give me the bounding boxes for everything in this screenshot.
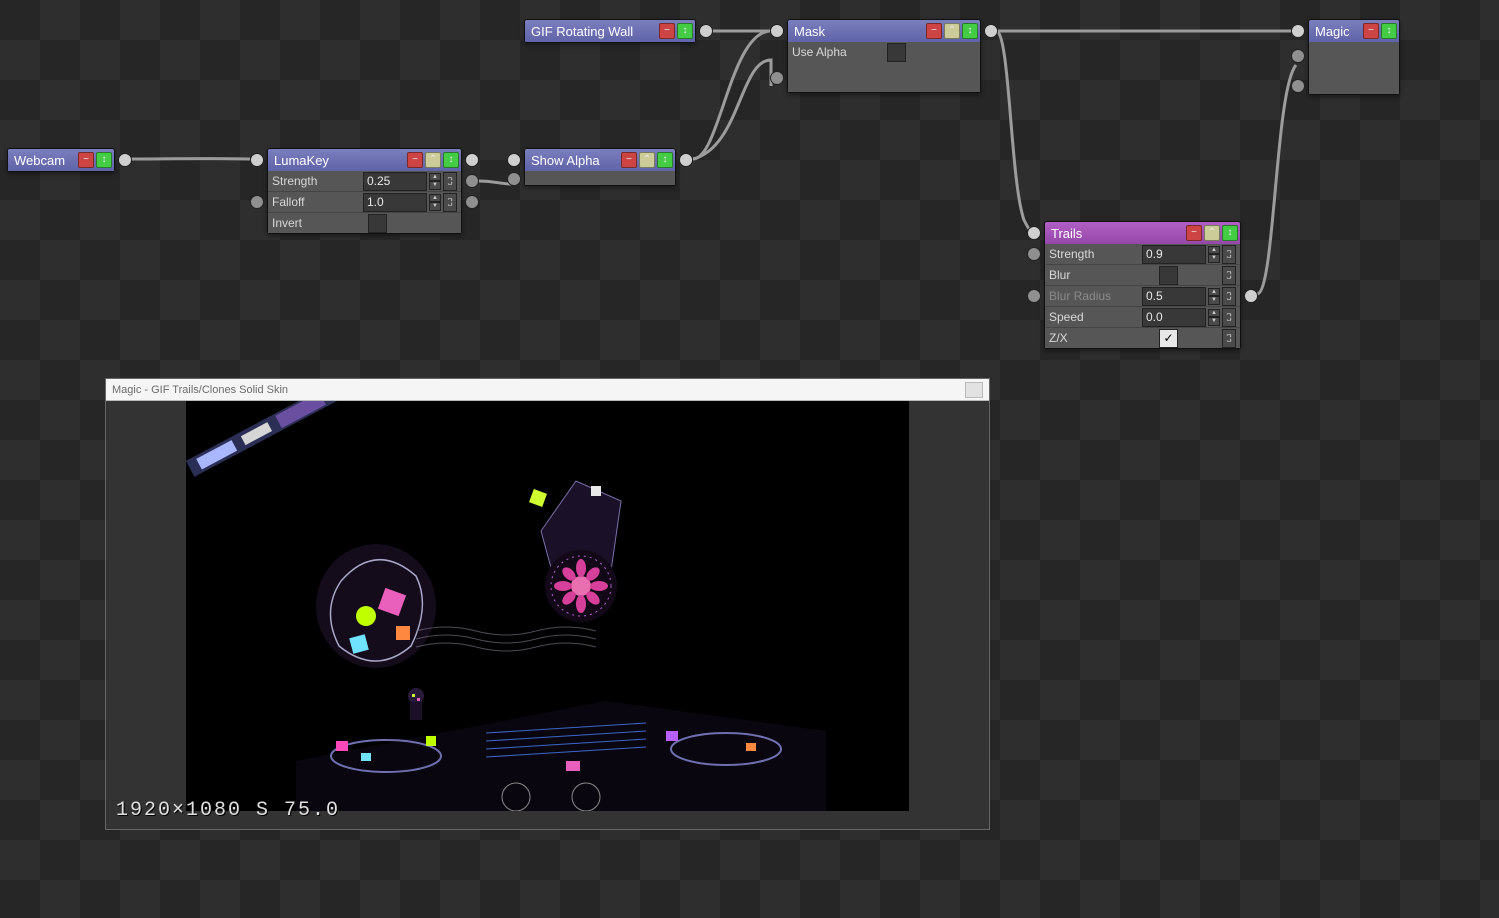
output-port[interactable] — [679, 153, 693, 167]
param-blur-radius: Blur Radius 0.5 ▲▼ — [1045, 285, 1240, 306]
expand-icon[interactable]: ↕ — [657, 152, 673, 168]
preview-title: Magic - GIF Trails/Clones Solid Skin — [112, 384, 288, 396]
options-icon[interactable]: ⌃ — [639, 152, 655, 168]
options-icon[interactable]: ⌃ — [944, 23, 960, 39]
node-trails[interactable]: Trails − ⌃ ↕ Strength 0.9 ▲▼ Blur Blur R… — [1044, 221, 1241, 349]
preview-window[interactable]: Magic - GIF Trails/Clones Solid Skin — [105, 378, 990, 830]
node-title: LumaKey — [274, 153, 405, 168]
checkbox[interactable]: ✓ — [1159, 329, 1178, 348]
input-port[interactable] — [250, 153, 264, 167]
preview-osd: 1920×1080 S 75.0 — [116, 799, 340, 822]
input-port[interactable] — [507, 153, 521, 167]
checkbox[interactable] — [887, 43, 906, 62]
node-title: Show Alpha — [531, 153, 619, 168]
body-port[interactable] — [770, 71, 784, 85]
link-icon[interactable] — [443, 193, 457, 212]
close-icon[interactable]: − — [926, 23, 942, 39]
param-value-input[interactable]: 0.25 — [363, 172, 427, 191]
link-icon[interactable] — [1222, 329, 1236, 348]
param-label: Blur Radius — [1049, 289, 1142, 303]
preview-titlebar[interactable]: Magic - GIF Trails/Clones Solid Skin — [106, 379, 989, 401]
options-icon[interactable]: ⌃ — [1204, 225, 1220, 241]
param-zx: Z/X ✓ — [1045, 327, 1240, 348]
node-title: GIF Rotating Wall — [531, 24, 657, 39]
param-value-input[interactable]: 1.0 — [363, 193, 427, 212]
param-value-input[interactable]: 0.9 — [1142, 245, 1206, 264]
link-icon[interactable] — [1222, 308, 1236, 327]
expand-icon[interactable]: ↕ — [1381, 23, 1397, 39]
expand-icon[interactable]: ↕ — [1222, 225, 1238, 241]
param-value-input[interactable]: 0.0 — [1142, 308, 1206, 327]
checkbox[interactable] — [1159, 266, 1178, 285]
param-use-alpha: Use Alpha — [788, 42, 980, 62]
preview-visual — [186, 401, 909, 811]
stepper[interactable]: ▲▼ — [1208, 288, 1220, 305]
preview-canvas — [186, 401, 909, 811]
param-port[interactable] — [1244, 289, 1258, 303]
param-port[interactable] — [465, 174, 479, 188]
node-show-alpha[interactable]: Show Alpha − ⌃ ↕ — [524, 148, 676, 186]
node-magic[interactable]: Magic − ↕ — [1308, 19, 1400, 95]
output-port[interactable] — [984, 24, 998, 38]
stepper[interactable]: ▲▼ — [429, 194, 441, 211]
param-blur: Blur — [1045, 264, 1240, 285]
param-speed: Speed 0.0 ▲▼ — [1045, 306, 1240, 327]
node-title: Trails — [1051, 226, 1184, 241]
body-port[interactable] — [1291, 79, 1305, 93]
param-strength: Strength 0.25 ▲▼ — [268, 171, 461, 191]
node-gif-rotating-wall[interactable]: GIF Rotating Wall − ↕ — [524, 19, 696, 43]
node-title: Webcam — [14, 153, 76, 168]
expand-icon[interactable]: ↕ — [962, 23, 978, 39]
param-label: Blur — [1049, 268, 1159, 282]
close-icon[interactable] — [965, 382, 983, 398]
input-port[interactable] — [1291, 24, 1305, 38]
link-icon[interactable] — [1222, 266, 1236, 285]
param-invert: Invert — [268, 212, 461, 233]
output-port[interactable] — [118, 153, 132, 167]
param-value-input[interactable]: 0.5 — [1142, 287, 1206, 306]
link-icon[interactable] — [1222, 287, 1236, 306]
param-port[interactable] — [1027, 289, 1041, 303]
param-label: Strength — [1049, 247, 1142, 261]
close-icon[interactable]: − — [78, 152, 94, 168]
node-title: Magic — [1315, 24, 1361, 39]
body-port[interactable] — [507, 172, 521, 186]
param-label: Falloff — [272, 195, 363, 209]
close-icon[interactable]: − — [1363, 23, 1379, 39]
input-port[interactable] — [1027, 226, 1041, 240]
expand-icon[interactable]: ↕ — [443, 152, 459, 168]
node-webcam[interactable]: Webcam − ↕ — [7, 148, 115, 172]
stepper[interactable]: ▲▼ — [1208, 309, 1220, 326]
link-icon[interactable] — [1222, 245, 1236, 264]
options-icon[interactable]: ⌃ — [425, 152, 441, 168]
param-port[interactable] — [250, 195, 264, 209]
output-port[interactable] — [465, 153, 479, 167]
param-label: Speed — [1049, 310, 1142, 324]
param-falloff: Falloff 1.0 ▲▼ — [268, 191, 461, 212]
stepper[interactable]: ▲▼ — [429, 173, 441, 190]
param-label: Use Alpha — [792, 45, 887, 59]
param-label: Strength — [272, 174, 363, 188]
node-lumakey[interactable]: LumaKey − ⌃ ↕ Strength 0.25 ▲▼ Falloff 1… — [267, 148, 462, 234]
close-icon[interactable]: − — [621, 152, 637, 168]
param-label: Invert — [272, 216, 368, 230]
stepper[interactable]: ▲▼ — [1208, 246, 1220, 263]
close-icon[interactable]: − — [407, 152, 423, 168]
expand-icon[interactable]: ↕ — [677, 23, 693, 39]
param-port[interactable] — [465, 195, 479, 209]
param-port[interactable] — [1027, 247, 1041, 261]
param-label: Z/X — [1049, 331, 1159, 345]
expand-icon[interactable]: ↕ — [96, 152, 112, 168]
link-icon[interactable] — [443, 172, 457, 191]
checkbox[interactable] — [368, 214, 387, 233]
output-port[interactable] — [699, 24, 713, 38]
node-mask[interactable]: Mask − ⌃ ↕ Use Alpha — [787, 19, 981, 93]
body-port[interactable] — [1291, 49, 1305, 63]
close-icon[interactable]: − — [659, 23, 675, 39]
param-strength: Strength 0.9 ▲▼ — [1045, 244, 1240, 264]
node-title: Mask — [794, 24, 924, 39]
close-icon[interactable]: − — [1186, 225, 1202, 241]
input-port[interactable] — [770, 24, 784, 38]
